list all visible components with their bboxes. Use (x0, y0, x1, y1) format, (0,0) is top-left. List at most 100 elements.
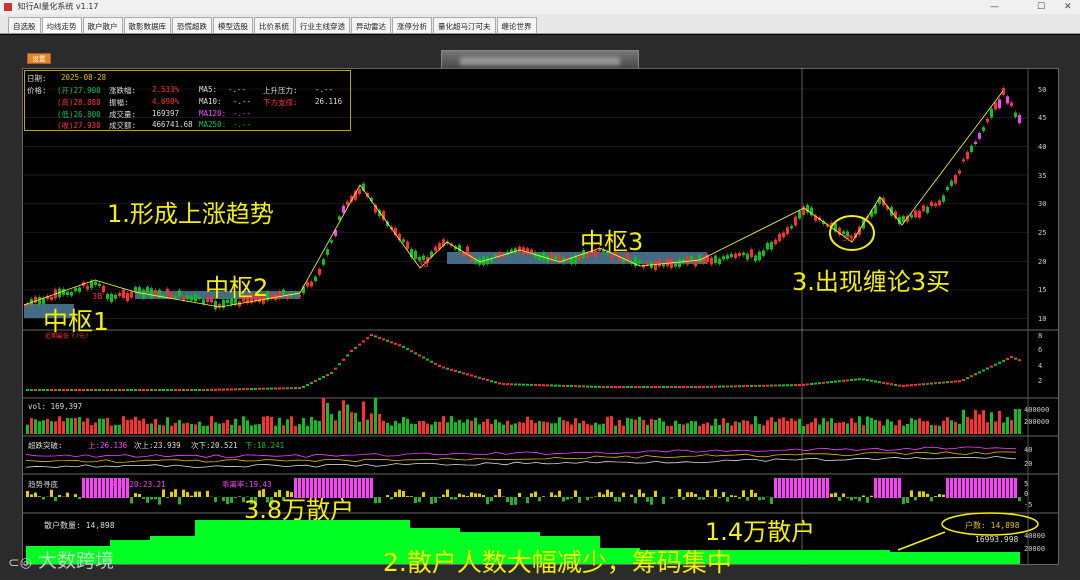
volume-bar (830, 418, 833, 434)
volume-bar (802, 425, 805, 434)
volume-bar (966, 416, 969, 434)
volume-bar (874, 419, 877, 434)
candle-body (190, 296, 193, 301)
flow-bar (374, 497, 377, 504)
macd-dot (662, 386, 665, 388)
flow-bar (706, 490, 709, 497)
volume-bar (902, 425, 905, 434)
break-tick: 20 (1024, 460, 1033, 468)
macd-dot (234, 388, 237, 391)
flow-bar-highlight (362, 478, 365, 498)
flow-bar (490, 497, 493, 502)
volume-bar (958, 423, 961, 434)
volume-bar (558, 417, 561, 434)
break-down: 下:18.241 (245, 441, 285, 450)
volume-bar (26, 424, 29, 434)
candle-body (622, 259, 625, 263)
macd-dot (714, 385, 717, 388)
flow-bar (570, 497, 573, 499)
flow-bar (838, 497, 841, 501)
flow-bar-highlight (994, 478, 997, 498)
macd-dot (222, 388, 225, 391)
flow-bar (190, 495, 193, 497)
candle-body (110, 294, 113, 302)
macd-dot (58, 389, 61, 391)
turnover-label: 成交额: (109, 121, 137, 130)
candle-body (734, 253, 737, 259)
candle-body (198, 296, 201, 299)
flow-bar-highlight (958, 478, 961, 498)
macd-dot (226, 388, 229, 391)
flow-bar-highlight (886, 478, 889, 498)
flow-bar (142, 497, 145, 499)
macd-dot (358, 343, 361, 346)
flow-bar-highlight (806, 478, 809, 498)
macd-dot (934, 382, 937, 385)
macd-dot (590, 385, 593, 388)
candle-body (118, 293, 121, 296)
volume-bar (486, 418, 489, 434)
macd-dot (270, 387, 273, 390)
candle-body (990, 108, 993, 118)
macd-dot (610, 386, 613, 388)
volume-bar (438, 422, 441, 434)
volume-bar (738, 422, 741, 434)
macd-dot (478, 376, 481, 379)
macd-dot (190, 389, 193, 391)
volume-bar (974, 409, 977, 434)
volume-bar (218, 423, 221, 434)
macd-dot (330, 372, 333, 374)
volume-bar (358, 421, 361, 434)
macd-dot (370, 334, 373, 336)
volume-bar (134, 416, 137, 434)
retail-count-bar (110, 540, 150, 564)
macd-dot (650, 386, 653, 388)
volume-bar (130, 419, 133, 434)
candle-body (174, 295, 177, 299)
flow-bar (866, 497, 869, 503)
macd-dot (894, 383, 897, 386)
candle-body (578, 256, 581, 261)
date-value: 2025-08-28 (61, 73, 107, 82)
flow-bar (934, 496, 937, 497)
macd-dot (314, 380, 317, 382)
macd-dot (262, 387, 265, 390)
candle-body (802, 206, 805, 215)
candle-body (938, 200, 941, 206)
macd-dot (322, 376, 325, 378)
macd-dot (382, 338, 385, 341)
flow-bar (610, 491, 613, 497)
volume-bar (94, 422, 97, 434)
macd-dot (926, 382, 929, 385)
flow-bar (422, 492, 425, 497)
volume-bar (758, 424, 761, 434)
retail-title: 散户数量: 14,898 (44, 521, 115, 530)
macd-dot (46, 389, 49, 391)
macd-dot (130, 389, 133, 391)
ma5-label: MA5: (199, 85, 218, 94)
flow-bar-highlight (354, 478, 357, 498)
volume-bar (790, 418, 793, 434)
macd-dot (750, 385, 753, 387)
annotation-buy3: 3.出现缠论3买 (792, 268, 951, 296)
flow-bar (42, 497, 45, 500)
volume-bar (698, 425, 701, 434)
volume-bar (542, 421, 545, 434)
flow-bar (578, 497, 581, 503)
volume-bar (878, 420, 881, 434)
volume-bar (62, 421, 65, 434)
flow-bar (922, 491, 925, 497)
volume-bar (866, 416, 869, 434)
volume-bar (74, 418, 77, 434)
flow-bar (434, 497, 437, 503)
candle-body (638, 260, 641, 265)
flow-bar (514, 497, 517, 505)
macd-dot (174, 389, 177, 391)
volume-bar (934, 425, 937, 434)
candle-body (434, 246, 437, 251)
macd-dot (242, 388, 245, 391)
candle-body (914, 210, 917, 218)
candle-body (414, 250, 417, 259)
macd-dot (658, 386, 661, 388)
flow-bar (914, 497, 917, 501)
